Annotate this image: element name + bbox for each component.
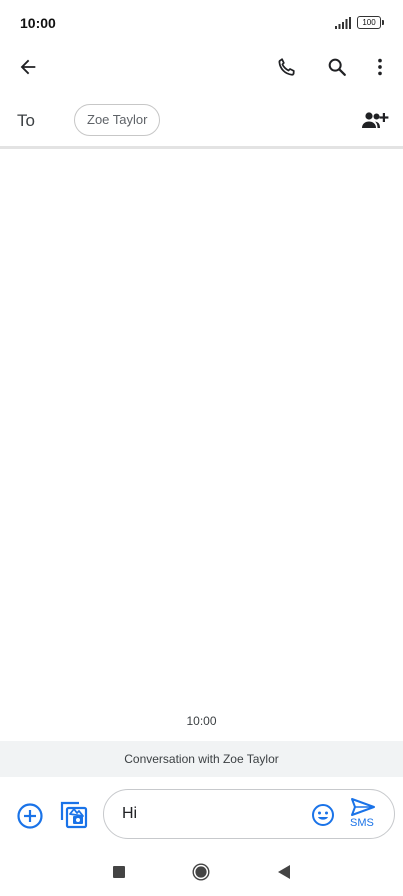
back-nav-button[interactable] bbox=[277, 864, 291, 880]
phone-icon bbox=[278, 58, 295, 76]
home-button[interactable] bbox=[192, 863, 210, 881]
message-input-text: Hi bbox=[122, 805, 138, 822]
message-timestamp: 10:00 bbox=[186, 714, 217, 728]
gallery-icon bbox=[60, 801, 88, 829]
more-options-button[interactable] bbox=[365, 52, 395, 82]
send-sms-label: SMS bbox=[350, 817, 374, 829]
recipient-chip[interactable]: Zoe Taylor bbox=[74, 104, 161, 136]
add-people-button[interactable] bbox=[359, 108, 389, 134]
arrow-left-icon bbox=[20, 59, 36, 75]
send-button[interactable] bbox=[350, 797, 376, 817]
back-button[interactable] bbox=[13, 52, 43, 82]
call-button[interactable] bbox=[272, 52, 302, 82]
triangle-back-icon bbox=[278, 865, 290, 879]
search-button[interactable] bbox=[322, 52, 352, 82]
add-circle-icon bbox=[17, 803, 43, 829]
gallery-button[interactable] bbox=[59, 800, 89, 830]
send-icon bbox=[351, 798, 375, 816]
signal-icon bbox=[335, 16, 351, 29]
status-icons: 100 bbox=[335, 16, 384, 29]
header-divider bbox=[0, 146, 403, 149]
search-icon bbox=[328, 58, 346, 76]
recents-button[interactable] bbox=[113, 866, 125, 878]
conversation-banner: Conversation with Zoe Taylor bbox=[0, 741, 403, 777]
to-label: To bbox=[17, 111, 35, 130]
home-circle-icon bbox=[192, 863, 210, 881]
add-attachment-button[interactable] bbox=[16, 802, 44, 830]
emoji-button[interactable] bbox=[311, 803, 335, 827]
add-people-icon bbox=[362, 112, 389, 128]
battery-icon: 100 bbox=[357, 16, 384, 29]
more-vert-icon bbox=[378, 58, 382, 76]
emoji-icon bbox=[312, 804, 334, 826]
status-time: 10:00 bbox=[20, 15, 56, 31]
